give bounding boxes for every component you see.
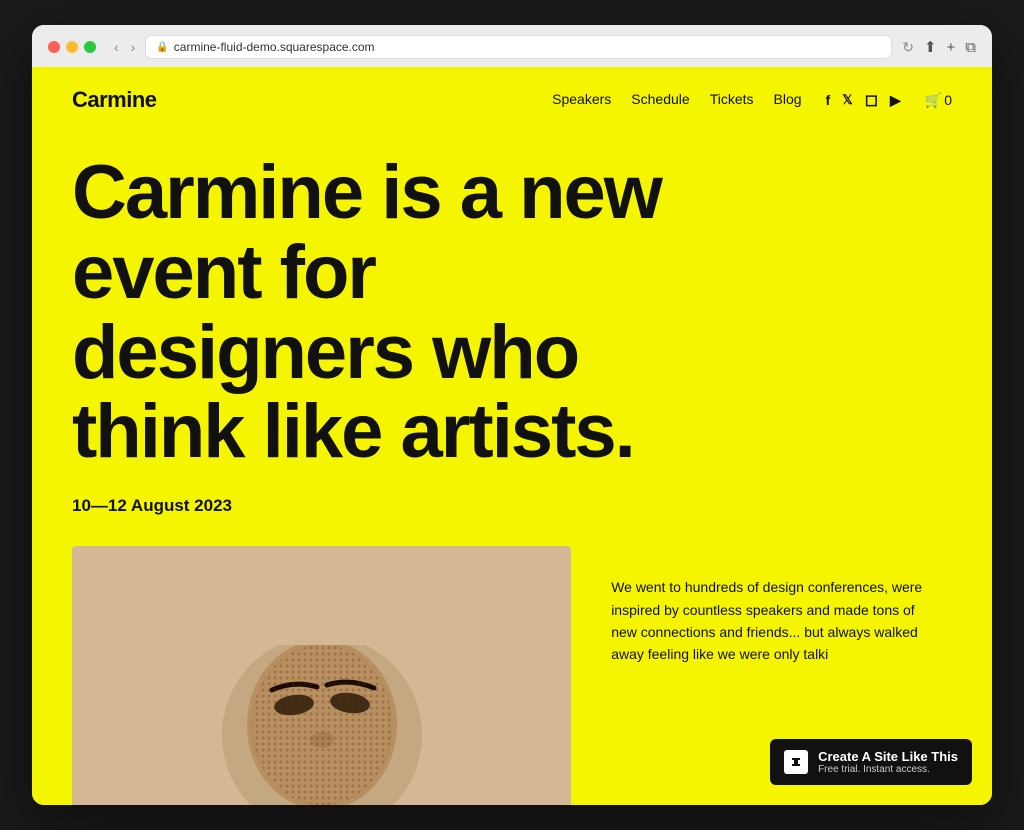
- facebook-icon[interactable]: f: [826, 92, 831, 108]
- nav-social: f 𝕏 ◻ ▶: [826, 90, 901, 110]
- site-nav: Carmine Speakers Schedule Tickets Blog f…: [32, 67, 992, 133]
- twitter-icon[interactable]: 𝕏: [842, 92, 852, 108]
- hero-headline: Carmine is a new event for designers who…: [72, 153, 672, 472]
- maximize-button[interactable]: [84, 41, 96, 53]
- nav-link-tickets[interactable]: Tickets: [710, 91, 754, 107]
- instagram-icon[interactable]: ◻: [865, 90, 878, 110]
- browser-chrome: ‹ › 🔒 carmine-fluid-demo.squarespace.com…: [32, 25, 992, 67]
- description-text: We went to hundreds of design conference…: [611, 576, 931, 666]
- browser-title-bar: ‹ › 🔒 carmine-fluid-demo.squarespace.com…: [48, 35, 976, 59]
- site-logo[interactable]: Carmine: [72, 87, 157, 113]
- youtube-icon[interactable]: ▶: [890, 92, 901, 109]
- nav-link-blog[interactable]: Blog: [774, 91, 802, 107]
- badge-subtitle: Free trial. Instant access.: [818, 764, 958, 775]
- badge-text: Create A Site Like This Free trial. Inst…: [818, 749, 958, 775]
- nav-link-schedule[interactable]: Schedule: [631, 91, 689, 107]
- nav-link-speakers[interactable]: Speakers: [552, 91, 611, 107]
- bottom-section: We went to hundreds of design conference…: [32, 546, 992, 805]
- address-bar-row: 🔒 carmine-fluid-demo.squarespace.com ↻: [145, 35, 916, 59]
- nav-right: Speakers Schedule Tickets Blog f 𝕏 ◻ ▶ 🛒…: [552, 90, 952, 110]
- hero-date: 10—12 August 2023: [72, 496, 952, 516]
- cart-symbol: 🛒: [925, 92, 942, 109]
- face-illustration: [212, 645, 432, 805]
- squarespace-badge[interactable]: Create A Site Like This Free trial. Inst…: [770, 739, 972, 785]
- bottom-image-area: [72, 546, 571, 805]
- share-button[interactable]: ⬆: [924, 38, 937, 56]
- badge-title: Create A Site Like This: [818, 749, 958, 764]
- cart-icon[interactable]: 🛒 0: [925, 92, 952, 109]
- page-content: Carmine Speakers Schedule Tickets Blog f…: [32, 67, 992, 805]
- browser-actions: ⬆ + ⧉: [924, 38, 976, 56]
- browser-controls: ‹ ›: [112, 37, 137, 57]
- duplicate-button[interactable]: ⧉: [965, 39, 976, 56]
- address-bar[interactable]: 🔒 carmine-fluid-demo.squarespace.com: [145, 35, 892, 59]
- reload-button[interactable]: ↻: [900, 37, 916, 58]
- url-text: carmine-fluid-demo.squarespace.com: [174, 40, 375, 54]
- minimize-button[interactable]: [66, 41, 78, 53]
- close-button[interactable]: [48, 41, 60, 53]
- new-tab-button[interactable]: +: [947, 39, 956, 56]
- nav-links: Speakers Schedule Tickets Blog: [552, 91, 801, 109]
- lock-icon: 🔒: [156, 42, 168, 53]
- back-button[interactable]: ‹: [112, 37, 121, 57]
- forward-button[interactable]: ›: [129, 37, 138, 57]
- traffic-lights: [48, 41, 96, 53]
- squarespace-logo: [784, 750, 808, 774]
- hero-section: Carmine is a new event for designers who…: [32, 133, 992, 546]
- browser-window: ‹ › 🔒 carmine-fluid-demo.squarespace.com…: [32, 25, 992, 805]
- cart-count: 0: [944, 92, 952, 108]
